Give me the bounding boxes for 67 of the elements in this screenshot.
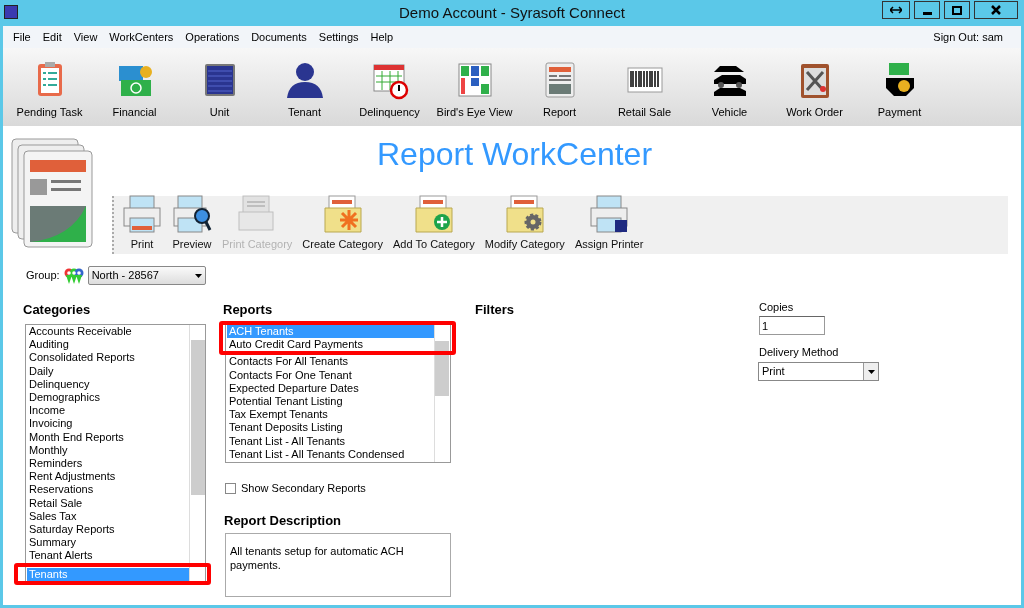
list-item[interactable]: Tenant List - All Tenants Condensed xyxy=(227,447,434,462)
menu-item[interactable]: Edit xyxy=(36,28,68,46)
list-item[interactable]: Tenant Deposits Listing xyxy=(227,421,434,435)
list-item[interactable]: Contacts For One Tenant xyxy=(227,368,434,382)
categories-heading: Categories xyxy=(23,301,91,319)
list-item[interactable]: Potential Tenant Listing xyxy=(227,395,434,409)
toolbar-button[interactable]: Unit xyxy=(177,59,262,120)
list-item[interactable]: Summary xyxy=(27,536,189,550)
list-item[interactable]: Accounts Receivable xyxy=(27,325,189,339)
copies-field[interactable]: 1 xyxy=(759,316,825,335)
filters-heading: Filters xyxy=(475,301,514,319)
list-item[interactable]: Sales Tax xyxy=(27,509,189,524)
list-item[interactable]: Reservations xyxy=(27,483,189,497)
list-item[interactable]: Expected Departure Dates xyxy=(227,381,434,395)
toolbar-button[interactable]: Bird's Eye View xyxy=(432,59,517,120)
toolbar-button[interactable]: Retail Sale xyxy=(602,59,687,120)
list-item[interactable]: Retail Sale xyxy=(27,496,189,510)
list-item[interactable]: Saturday Reports xyxy=(27,523,189,537)
menu-item[interactable]: Help xyxy=(364,28,400,46)
copies-label: Copies xyxy=(759,300,794,315)
list-item[interactable]: Monthly xyxy=(27,443,189,458)
toolbar-button[interactable]: Delinquency xyxy=(347,59,432,120)
delivery-method-dropdown[interactable]: Print xyxy=(758,362,879,381)
reports-heading: Reports xyxy=(223,301,273,319)
toolbar-button[interactable]: Tenant xyxy=(262,59,347,120)
list-item[interactable]: Income xyxy=(27,404,189,418)
list-item[interactable]: Daily xyxy=(27,364,189,378)
toolbar-button[interactable]: Report xyxy=(517,59,602,120)
group-label: Group: xyxy=(26,268,60,284)
list-item[interactable]: Rent Adjustments xyxy=(27,470,189,484)
menu-item[interactable]: File xyxy=(7,28,37,46)
toolbar-button[interactable]: Work Order xyxy=(772,59,857,120)
menu-item[interactable]: WorkCenters xyxy=(103,28,180,46)
list-item[interactable]: Month End Reports xyxy=(27,430,189,444)
toolbar-button[interactable]: Pending Task xyxy=(7,59,92,120)
group-dropdown[interactable]: North - 28567 xyxy=(87,266,206,285)
action-button[interactable]: Print xyxy=(120,193,164,252)
list-item[interactable]: Delinquency xyxy=(27,377,189,391)
action-button[interactable]: Add To Category xyxy=(391,193,477,252)
action-button[interactable]: Preview xyxy=(170,193,214,252)
menu-item[interactable]: Settings xyxy=(312,28,365,46)
delivery-method-label: Delivery Method xyxy=(759,345,839,360)
list-item[interactable]: Reminders xyxy=(27,457,189,471)
toolbar-button[interactable]: Payment xyxy=(857,59,942,120)
sign-out-link[interactable]: Sign Out: sam xyxy=(933,28,1003,46)
menu-item[interactable]: Documents xyxy=(245,28,313,46)
window-title: Demo Account - Syrasoft Connect xyxy=(399,2,625,23)
list-item[interactable]: Auditing xyxy=(27,338,189,352)
checkbox-label: Show Secondary Reports xyxy=(241,481,366,496)
workcenter-title: Report WorkCenter xyxy=(377,135,653,174)
menu-item[interactable]: Operations xyxy=(179,28,246,46)
list-item[interactable]: Auto Credit Card Payments xyxy=(227,338,434,352)
list-item[interactable]: Contacts For All Tenants xyxy=(227,355,434,369)
list-item[interactable]: Demographics xyxy=(27,391,189,405)
action-button[interactable]: Create Category xyxy=(300,193,386,252)
report-description-text: All tenants setup for automatic ACH payments. xyxy=(230,545,404,571)
list-item[interactable]: Tenant List - All Tenants xyxy=(227,434,434,448)
report-description-heading: Report Description xyxy=(224,512,341,530)
list-item[interactable]: Consolidated Reports xyxy=(27,351,189,365)
action-button[interactable]: Modify Category xyxy=(482,193,567,252)
menu-item[interactable]: View xyxy=(67,28,104,46)
list-item[interactable]: Tenant Alerts xyxy=(27,549,189,563)
toolbar-button[interactable]: Vehicle xyxy=(687,59,772,120)
list-item[interactable]: Tax Exempt Tenants xyxy=(227,408,434,422)
list-item[interactable]: Invoicing xyxy=(27,417,189,431)
toolbar-button[interactable]: Financial xyxy=(92,59,177,120)
action-button[interactable]: Assign Printer xyxy=(572,193,646,252)
